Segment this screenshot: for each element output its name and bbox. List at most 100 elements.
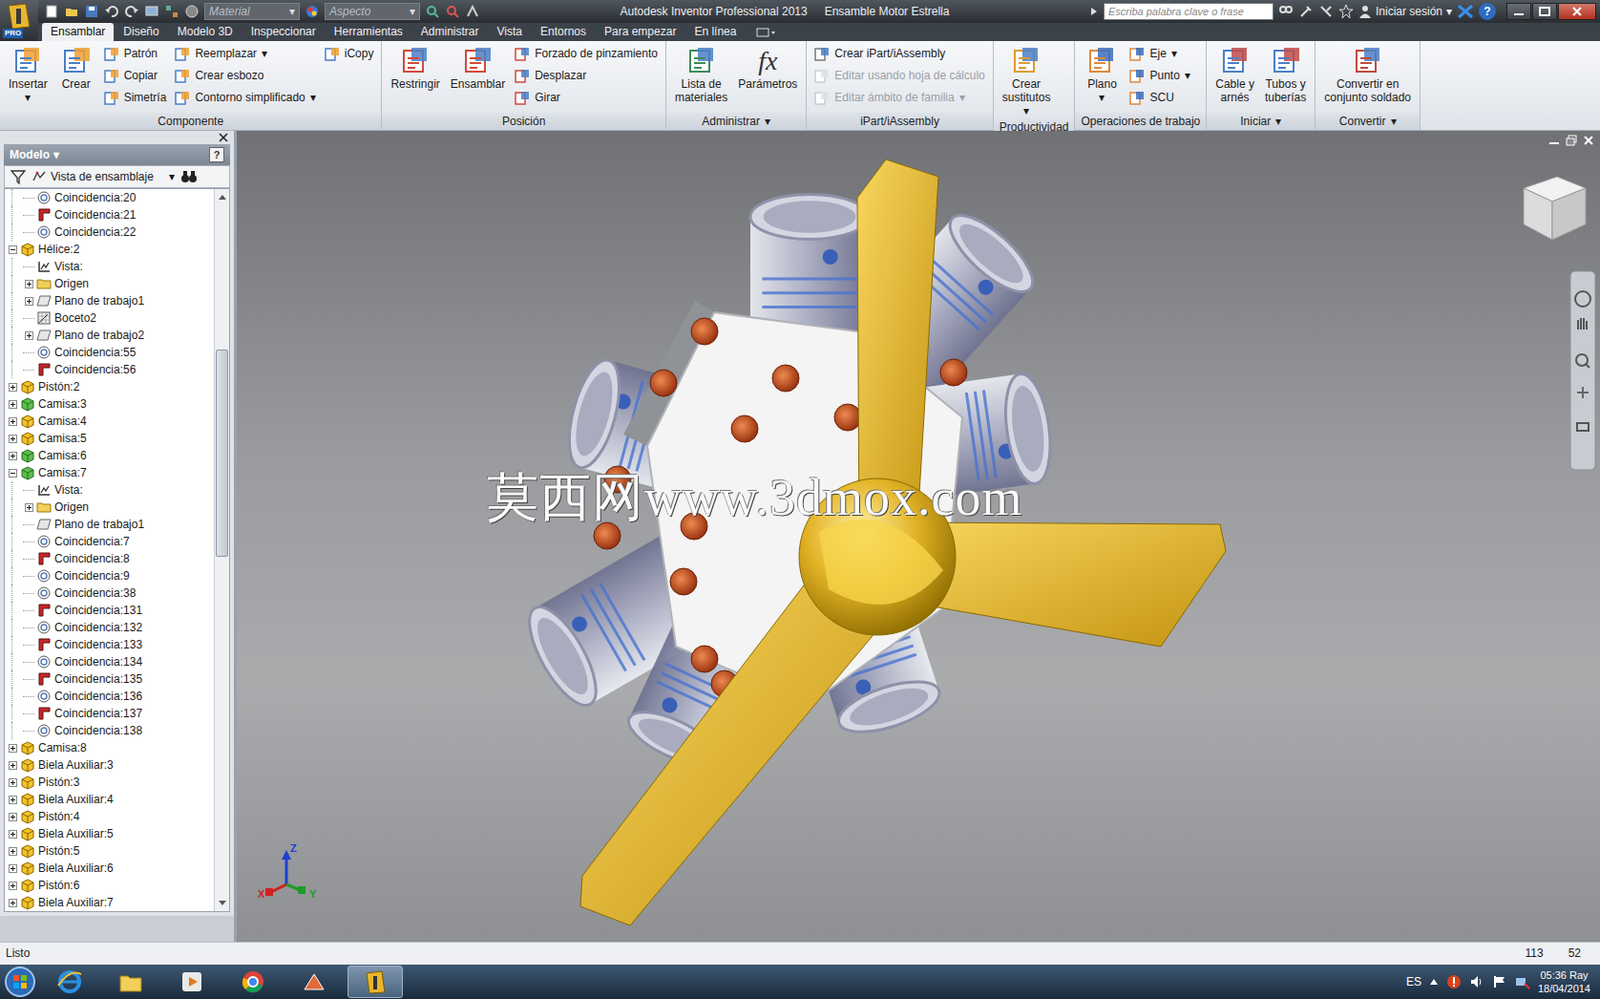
expand-search-icon[interactable] [1089,3,1099,20]
browser-help[interactable]: ? [209,147,225,163]
panel-toggle-icon[interactable] [755,25,779,40]
find-icon[interactable] [180,168,198,185]
ribbon-tab[interactable]: Ensamblar [42,22,114,42]
navigation-bar-icon[interactable] [1569,270,1597,471]
tree-expander[interactable] [6,741,19,754]
ribbon-small-button[interactable]: Copiar [102,65,169,86]
tree-item[interactable]: Pistón:6 [4,876,214,894]
ribbon-tab[interactable]: Vista [488,22,531,42]
tree-item[interactable]: Coincidencia:131 [4,601,214,619]
scroll-up-button[interactable] [214,189,230,205]
ribbon-group-title[interactable]: Convertir▾ [1315,112,1420,130]
ribbon-small-button[interactable]: Crear iPart/iAssembly [812,43,987,64]
minimize-icon[interactable] [1548,134,1560,147]
tree-expander[interactable] [6,243,19,255]
quick-access-icon[interactable] [164,3,180,20]
ribbon-small-button[interactable]: Eje▾ [1127,43,1192,64]
tree-scrollbar[interactable] [213,189,230,911]
quick-access-icon[interactable] [184,3,200,20]
ribbon-small-button[interactable]: Patrón [102,43,169,64]
ribbon-button[interactable]: Tubos ytuberías [1262,43,1309,106]
ribbon-group-title[interactable]: Iniciar▾ [1206,112,1315,130]
ribbon-button[interactable]: fxParámetros [735,43,800,92]
tree-expander[interactable] [6,432,19,444]
taskbar-app[interactable] [42,965,98,998]
quick-access-icon[interactable] [124,3,140,20]
tree-item[interactable]: Camisa:7 [4,463,214,482]
tree-expander[interactable] [6,827,19,840]
tree-expander[interactable] [22,501,35,513]
tree-expander[interactable] [6,862,19,874]
tree-item[interactable]: Coincidencia:38 [4,584,214,602]
restore-icon[interactable] [1565,134,1578,147]
ribbon-small-button[interactable]: Reemplazar▾ [172,43,317,64]
tree-expander[interactable] [6,380,19,393]
ribbon-button[interactable]: Cable yarnés [1212,43,1258,106]
quick-access-icon[interactable] [43,3,60,20]
close-button[interactable] [1557,2,1597,21]
tree-item[interactable]: Camisa:5 [4,429,214,447]
tree-expander[interactable] [6,793,19,805]
tree-item[interactable]: Coincidencia:22 [4,223,214,241]
tree-item[interactable]: Biela Auxiliar:7 [4,893,214,911]
start-icon[interactable] [3,965,37,998]
tree-item[interactable]: Camisa:4 [4,412,214,430]
tree-expander[interactable] [6,879,19,891]
tree-expander[interactable] [6,896,19,908]
volume-icon[interactable] [1469,973,1485,990]
measure-icon[interactable] [424,3,441,20]
tree-item[interactable]: Vista: [4,481,214,499]
tree-item[interactable]: Coincidencia:9 [4,567,214,585]
tree-item[interactable]: Coincidencia:138 [4,721,214,739]
tree-expander[interactable] [22,277,35,290]
maximize-button[interactable] [1532,2,1558,21]
tree-expander[interactable] [22,329,35,341]
tree-expander[interactable] [6,449,19,462]
inspect-icon[interactable] [444,3,461,20]
tree-item[interactable]: Boceto2 [4,309,214,327]
tree-item[interactable]: Camisa:8 [4,738,214,757]
tree-item[interactable]: Camisa:6 [4,446,214,464]
ribbon-group-title[interactable]: Administrar▾ [666,112,806,130]
application-button[interactable]: PRO [0,0,39,42]
tree-item[interactable]: Pistón:2 [4,378,214,396]
tree-item[interactable]: Coincidencia:55 [4,343,214,361]
ribbon-group-title[interactable]: Componente [0,112,381,130]
tree-item[interactable]: Origen [4,498,214,516]
close-icon[interactable] [218,132,229,143]
ribbon-small-button[interactable]: Simetría [102,87,169,108]
tree-item[interactable]: Pistón:5 [4,842,214,860]
tree-item[interactable]: Coincidencia:137 [4,704,214,722]
search-field[interactable] [1103,2,1274,21]
tree-item[interactable]: Vista: [4,257,214,275]
tree-item[interactable]: Origen [4,274,214,293]
ribbon-group-title[interactable]: iPart/iAssembly [806,112,992,130]
tree-expander[interactable] [6,810,19,822]
taskbar-app[interactable] [347,965,403,998]
taskbar-app[interactable] [286,965,342,998]
ribbon-small-button[interactable]: SCU [1127,87,1192,108]
tree-item[interactable]: Biela Auxiliar:3 [4,756,214,774]
taskbar-app[interactable] [164,965,220,998]
tree-item[interactable]: Coincidencia:7 [4,532,214,550]
tree-item[interactable]: Biela Auxiliar:4 [4,790,214,808]
ribbon-button[interactable]: Crearsustitutos▾ [999,43,1054,119]
tree-item[interactable]: Plano de trabajo1 [4,515,214,533]
taskbar-app[interactable] [103,965,159,998]
ribbon-button[interactable]: Restringir [387,43,443,92]
tree-item[interactable]: Pistón:3 [4,773,214,791]
tree-expander[interactable] [6,466,19,479]
tree-item[interactable]: Coincidencia:132 [4,618,214,636]
network-icon[interactable] [1515,973,1531,990]
exchange-icon[interactable] [1456,3,1474,20]
appearance-dropdown[interactable]: Aspecto▾ [324,2,421,21]
ribbon-tab[interactable]: En línea [685,22,745,42]
ribbon-button[interactable]: Insertar▾ [5,43,51,106]
filter-icon[interactable] [10,168,26,185]
browser-header[interactable]: Modelo▾? [3,144,231,166]
language-indicator[interactable]: ES [1406,974,1422,989]
tree-expander[interactable] [6,398,19,410]
communication-icon[interactable] [1318,3,1334,20]
quick-access-icon[interactable] [104,3,120,20]
scroll-thumb[interactable] [215,349,229,557]
